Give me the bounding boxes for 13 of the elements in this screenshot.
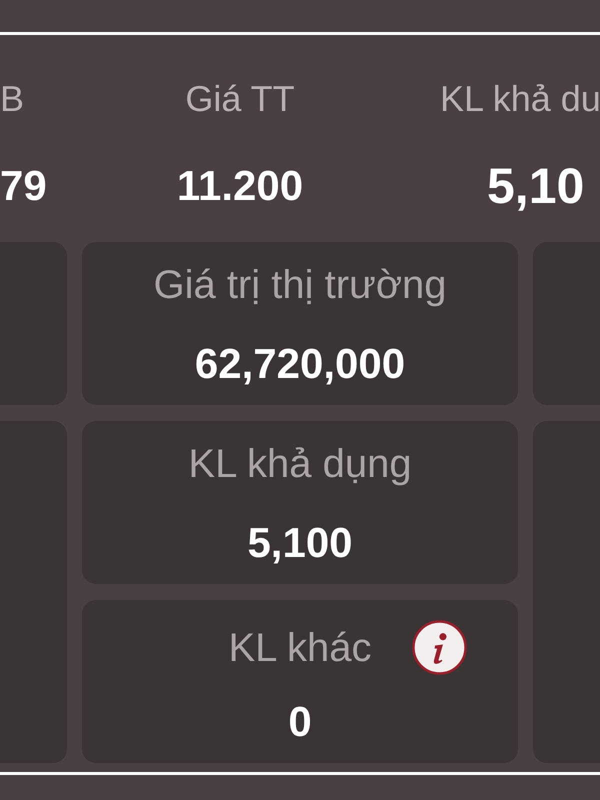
card-label: KL khác [228, 624, 372, 670]
column-value: 11.200 [176, 163, 304, 209]
column-label: KL khả du [439, 77, 600, 121]
column-label: B [0, 77, 24, 121]
card-value: 5,100 [247, 520, 353, 566]
column-value: 5,10 [486, 163, 584, 209]
info-icon[interactable] [412, 620, 467, 675]
card-label: KL khả dụng [188, 441, 412, 487]
card-value: 0 [288, 699, 312, 745]
column-value: 79 [0, 163, 47, 209]
card-value: 62,720,000 [194, 341, 406, 387]
column-label: Giá TT [185, 77, 295, 121]
card-label: Giá trị thị trường [153, 262, 447, 308]
